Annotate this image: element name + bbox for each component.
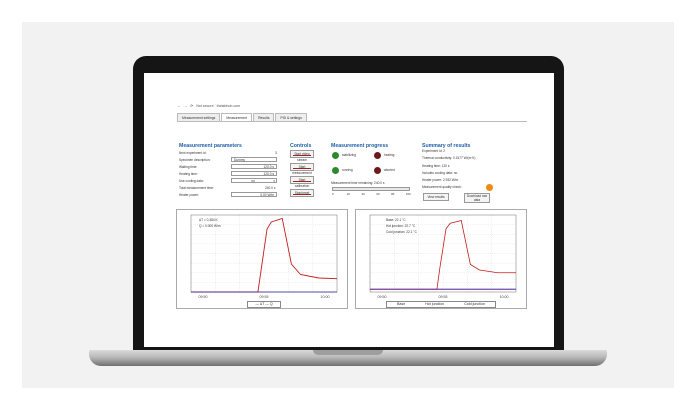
param-label: Heating time: [179, 171, 198, 176]
quality-indicator [486, 184, 493, 191]
chart-annotation: Cold junction: 22.1 °C [386, 229, 417, 234]
start-video-button[interactable]: Start video stream [290, 150, 314, 162]
param-label: Waiting time: [179, 164, 198, 169]
x-tick-label: 09:55 [439, 295, 448, 299]
running-lamp [332, 167, 339, 174]
button-status-bar [293, 180, 311, 182]
progress-scale: 0 20 40 60 80 100 [332, 192, 411, 196]
param-label: Next experiment id: [179, 150, 207, 155]
temperature-chart-svg: 09:50 09:55 10:00 [369, 214, 517, 299]
download-raw-data-button[interactable]: Download raw data [464, 193, 490, 203]
heating-lamp [374, 152, 381, 159]
url-security-label: Not secure [196, 103, 214, 108]
heater-power-input[interactable]: 0.00 W/m [231, 192, 277, 197]
progress-tick-label: 80 [391, 192, 395, 196]
legend-item-cold: Cold junction [464, 302, 485, 306]
cooling-data-select[interactable]: no ▾ [231, 178, 277, 183]
chart-legend: — ΔT — Q [247, 301, 281, 308]
laptop-screen: ← → ⟳ Not secure thelabhub.com Measureme… [144, 73, 554, 347]
chart-annotation: Hot junction: 22.7 °C [386, 223, 416, 228]
summary-line: Measurement quality check: [422, 185, 462, 189]
tab-measurement-settings[interactable]: Measurement settings [177, 113, 221, 121]
start-calibration-button[interactable]: Start calibration [290, 176, 314, 188]
progress-tick-label: 100 [406, 192, 411, 196]
button-status-bar [293, 193, 311, 195]
legend-item-base: Base [397, 302, 406, 306]
tab-results[interactable]: Results [253, 113, 275, 121]
button-label: Start calibration [294, 178, 310, 188]
button-label: Start video stream [294, 152, 309, 162]
stabilizing-lamp [332, 152, 339, 159]
x-tick-label: 09:50 [378, 295, 387, 299]
summary-line: Thermal conductivity: 0.1577 W/(m·K) [422, 156, 476, 160]
button-label: Start measurement [292, 165, 312, 175]
x-tick-label: 10:00 [500, 295, 509, 299]
summary-line: Heater power: 2.932 W/m [422, 178, 459, 182]
laptop-notch [313, 350, 383, 355]
back-icon[interactable]: ← [177, 104, 181, 108]
legend-item-hot: Hot junction [425, 302, 445, 306]
progress-tick-label: 20 [346, 192, 350, 196]
param-label: Heater power: [179, 192, 200, 197]
start-measurement-button[interactable]: Start measurement [290, 163, 314, 175]
tab-pid-settings[interactable]: PID & settings [275, 113, 307, 121]
lamp-label: heating [384, 153, 395, 157]
chart-annotation: Base: 22.1 °C [386, 217, 406, 222]
progress-title: Measurement progress [331, 143, 389, 149]
tab-bar: Measurement settings Measurement Results… [177, 113, 527, 122]
chart-annotation: ΔT = 0.384 K [199, 217, 218, 222]
time-remaining-label: Measurement time remaining: 240.0 s [331, 180, 385, 185]
address-bar[interactable]: ← → ⟳ Not secure thelabhub.com [175, 102, 530, 109]
chevron-down-icon: ▾ [273, 179, 275, 183]
controls-title: Controls [290, 143, 312, 149]
delta-t-chart: 09:50 09:55 10:00 ΔT = 0.384 K Q = 0.000 W… [176, 209, 348, 309]
param-label: Total measurement time: [179, 185, 214, 190]
x-tick-label: 10:00 [321, 295, 330, 299]
heating-time-input[interactable]: 120.0 s [231, 171, 277, 176]
summary-line: Heating time: 120 s [422, 164, 450, 168]
chart-annotation: Q = 0.000 W/m [199, 223, 221, 228]
lamp-label: aborted [384, 168, 395, 172]
waiting-time-input[interactable]: 120.0 s [231, 164, 277, 169]
reload-icon[interactable]: ⟳ [190, 104, 193, 108]
lamp-label: stabilizing [342, 153, 356, 157]
lamp-label: running [342, 168, 353, 172]
browser-window: ← → ⟳ Not secure thelabhub.com Measureme… [175, 102, 530, 334]
progress-bar [332, 187, 410, 191]
forward-icon[interactable]: → [184, 104, 188, 108]
chart-legend: Base Hot junction Cold junction [386, 301, 496, 308]
summary-line: Includes cooling data: no [422, 171, 458, 175]
params-title: Measurement parameters [179, 143, 242, 149]
button-status-bar [293, 167, 311, 169]
x-tick-label: 09:50 [199, 295, 208, 299]
summary-line: Experiment id: 2 [422, 149, 446, 153]
param-label: Specimen description: [179, 157, 211, 162]
url-text[interactable]: thelabhub.com [217, 104, 241, 108]
stop-reset-button[interactable]: Stop/reset [290, 189, 314, 197]
aborted-lamp [374, 167, 381, 174]
progress-tick-label: 40 [361, 192, 365, 196]
param-value: 240.0 s [265, 185, 276, 190]
view-results-button[interactable]: View results [423, 193, 449, 201]
temperature-chart: 09:50 09:55 10:00 Base: 22.1 °C Hot juncti… [355, 209, 527, 309]
param-value: 3 [275, 150, 277, 155]
progress-tick-label: 0 [332, 192, 334, 196]
progress-tick-label: 60 [376, 192, 380, 196]
x-tick-label: 09:55 [260, 295, 269, 299]
button-status-bar [293, 154, 311, 156]
param-label: Use cooling data: [179, 178, 204, 183]
specimen-description-input[interactable]: Dummy [231, 157, 277, 162]
cooling-data-value: no [251, 179, 255, 183]
tab-measurement[interactable]: Measurement [221, 113, 253, 121]
